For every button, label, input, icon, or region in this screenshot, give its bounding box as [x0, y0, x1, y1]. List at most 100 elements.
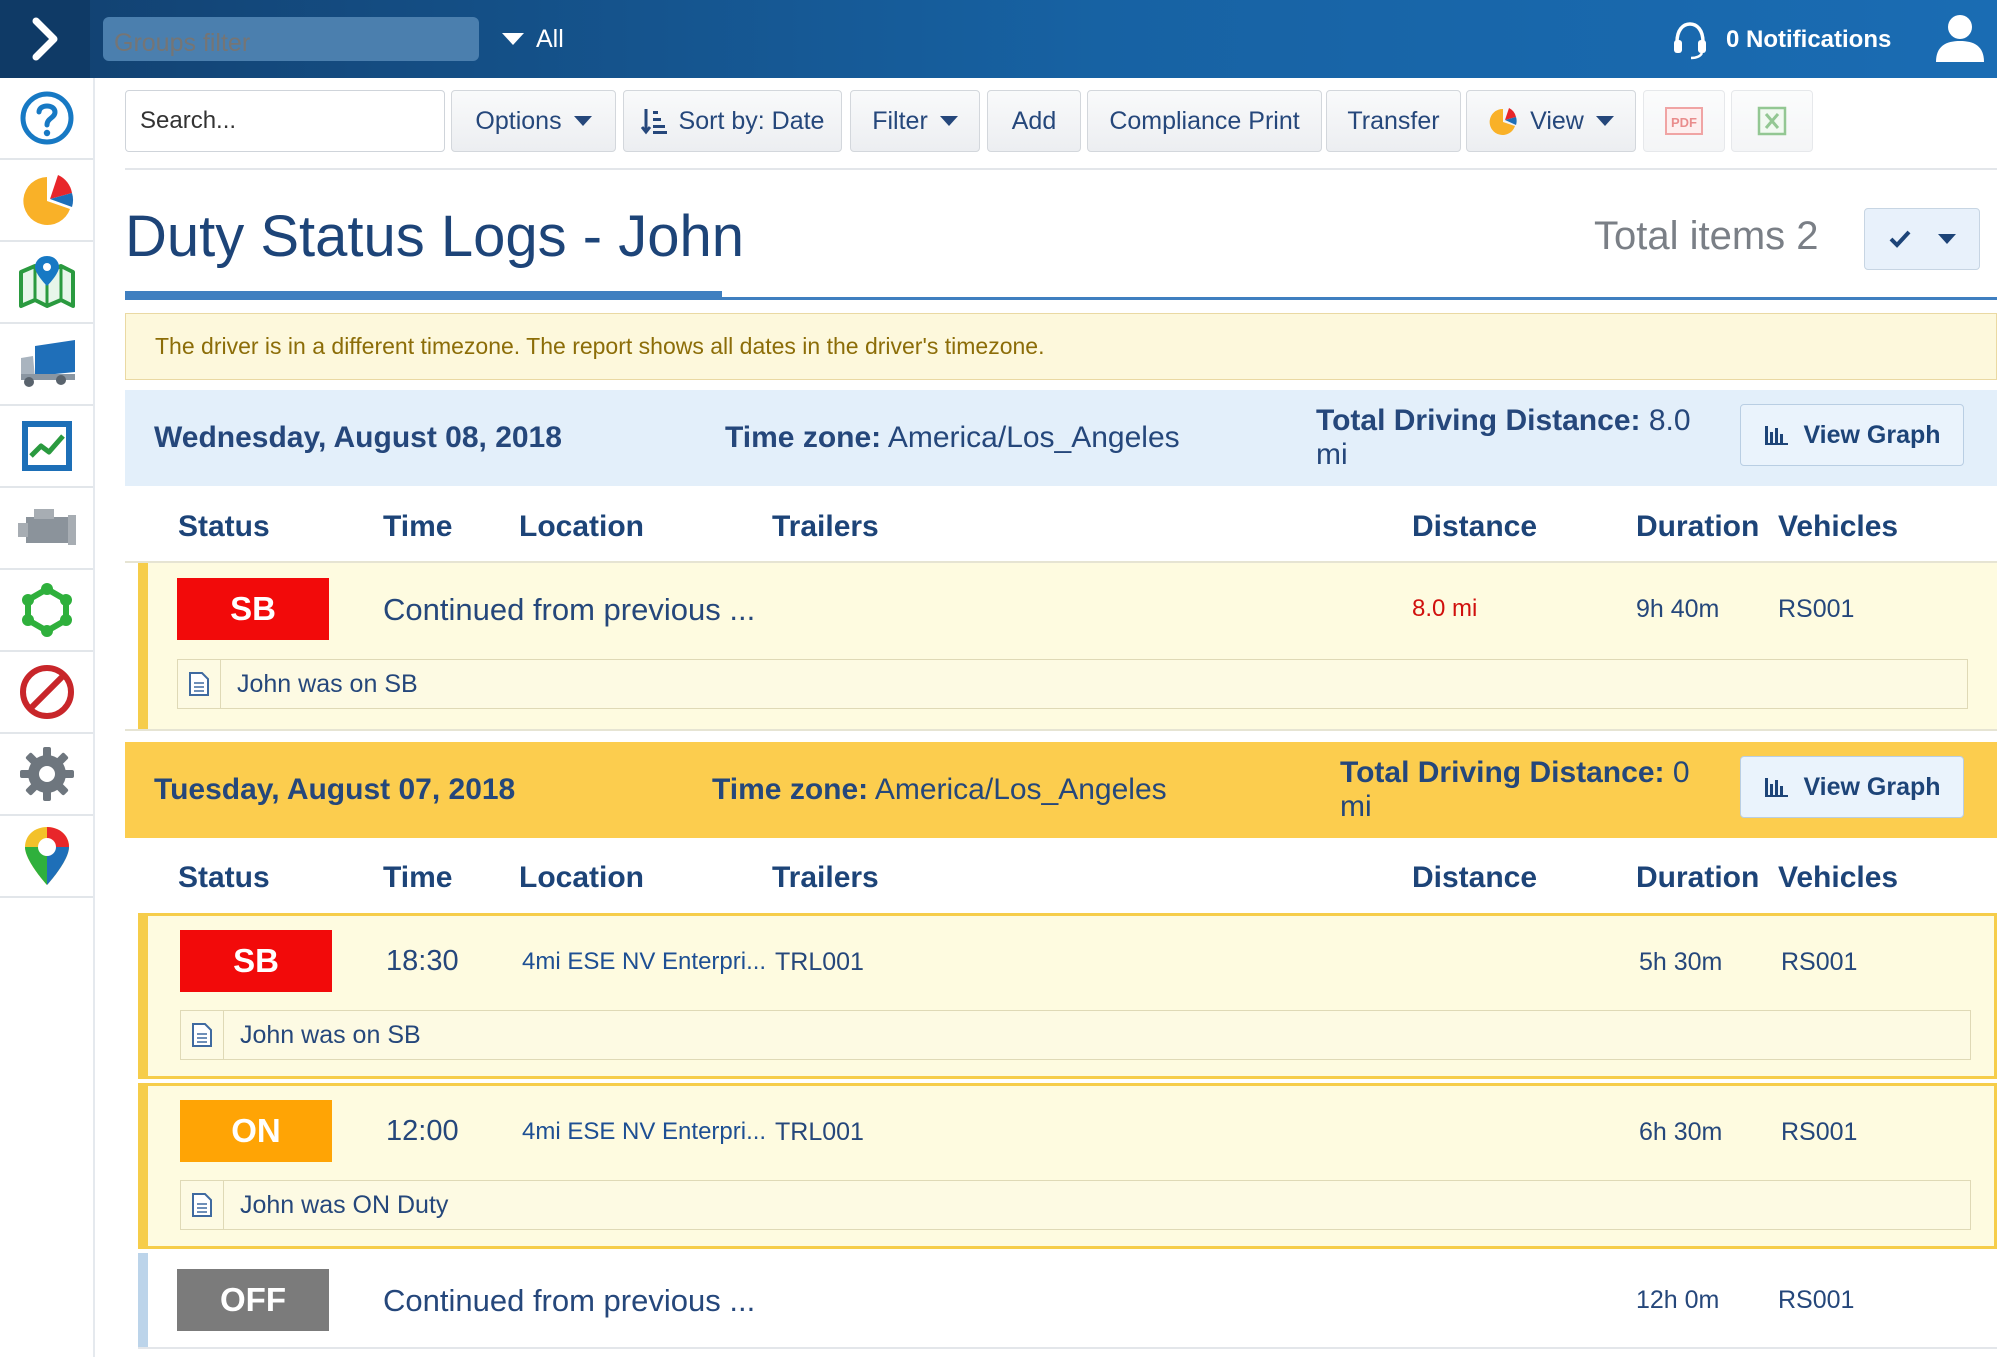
chevron-right-icon: [32, 17, 58, 61]
log-trailers: TRL001: [775, 1118, 864, 1146]
sidebar: [0, 78, 95, 1357]
filter-button[interactable]: Filter: [850, 90, 980, 152]
col-trailers[interactable]: Trailers: [772, 861, 879, 895]
log-note: John was on SB: [177, 659, 1968, 709]
sidebar-item-dashboard[interactable]: [0, 160, 93, 242]
filter-label: Filter: [872, 106, 928, 135]
view-graph-button[interactable]: View Graph: [1740, 756, 1964, 818]
log-note: John was on SB: [180, 1010, 1971, 1060]
groups-dropdown[interactable]: All: [502, 21, 564, 57]
col-status[interactable]: Status: [178, 510, 270, 544]
note-icon-cell: [178, 660, 221, 708]
col-location[interactable]: Location: [519, 510, 644, 544]
toolbar-divider: [125, 168, 1997, 170]
truck-icon: [20, 340, 75, 387]
view-button[interactable]: View: [1466, 90, 1636, 152]
sidebar-item-administration[interactable]: [0, 734, 93, 816]
col-time[interactable]: Time: [383, 510, 452, 544]
log-duration: 12h 0m: [1636, 1286, 1720, 1314]
options-label: Options: [475, 106, 562, 135]
headset-icon: [1674, 22, 1706, 60]
log-location-link[interactable]: 4mi ESE NV Enterpri...: [522, 1118, 766, 1146]
col-trailers[interactable]: Trailers: [772, 510, 879, 544]
select-all-menu-button[interactable]: [1864, 208, 1980, 270]
sort-button[interactable]: Sort by: Date: [623, 90, 842, 152]
log-trailers: TRL001: [775, 948, 864, 976]
search-input[interactable]: [125, 90, 445, 152]
log-duration: 9h 40m: [1636, 595, 1720, 623]
caret-down-icon: [939, 116, 958, 126]
status-badge: SB: [180, 930, 332, 992]
compliance-print-label: Compliance Print: [1109, 106, 1300, 135]
transfer-label: Transfer: [1347, 106, 1440, 135]
sidebar-item-zones[interactable]: [0, 570, 93, 652]
view-label: View: [1530, 106, 1584, 135]
note-text: John was on SB: [237, 669, 418, 698]
document-icon: [192, 1023, 212, 1047]
log-vehicle: RS001: [1778, 595, 1855, 623]
timezone-notice: The driver is in a different timezone. T…: [125, 313, 1997, 380]
notifications-button[interactable]: 0 Notifications: [1672, 12, 1891, 68]
log-row[interactable]: ON 12:00 4mi ESE NV Enterpri... TRL001 6…: [138, 1083, 1997, 1249]
col-distance[interactable]: Distance: [1412, 861, 1537, 895]
sidebar-item-activity[interactable]: [0, 406, 93, 488]
col-distance[interactable]: Distance: [1412, 510, 1537, 544]
sidebar-item-vehicles[interactable]: [0, 324, 93, 406]
sidebar-item-help[interactable]: [0, 78, 93, 160]
log-row[interactable]: SB 18:30 4mi ESE NV Enterpri... TRL001 5…: [138, 913, 1997, 1079]
top-bar: All 0 Notifications: [0, 0, 1997, 78]
log-vehicle: RS001: [1781, 1118, 1858, 1146]
col-status[interactable]: Status: [178, 861, 270, 895]
view-graph-label: View Graph: [1803, 420, 1941, 449]
day-timezone: Time zone: America/Los_Angeles: [712, 773, 1167, 806]
col-vehicles[interactable]: Vehicles: [1778, 510, 1898, 544]
day-timezone: Time zone: America/Los_Angeles: [725, 421, 1180, 454]
marketplace-icon: [24, 827, 69, 885]
rules-icon: [19, 665, 74, 719]
view-graph-button[interactable]: View Graph: [1740, 404, 1964, 466]
bar-chart-icon: [1765, 778, 1789, 797]
expand-sidebar-button[interactable]: [0, 0, 90, 78]
status-badge: OFF: [177, 1269, 329, 1331]
export-pdf-button[interactable]: PDF: [1643, 90, 1725, 152]
sidebar-item-map[interactable]: [0, 242, 93, 324]
notifications-label: 0 Notifications: [1726, 26, 1892, 53]
day-driving-distance: Total Driving Distance: 0 mi: [1340, 756, 1690, 823]
total-items-count: Total items 2: [1594, 214, 1819, 258]
log-row[interactable]: OFF Continued from previous ... 12h 0m R…: [138, 1253, 1997, 1348]
log-time: Continued from previous ...: [383, 592, 756, 627]
pie-chart-icon: [1489, 108, 1517, 135]
day-header: Wednesday, August 08, 2018 Time zone: Am…: [125, 390, 1997, 486]
groups-filter-input[interactable]: [103, 17, 479, 61]
add-button[interactable]: Add: [987, 90, 1081, 152]
options-button[interactable]: Options: [451, 90, 616, 152]
toolbar: Options Sort by: Date Filter Add Complia…: [125, 90, 1985, 152]
check-icon: [1889, 230, 1911, 248]
bar-chart-icon: [1765, 426, 1789, 445]
col-vehicles[interactable]: Vehicles: [1778, 861, 1898, 895]
sidebar-item-rules[interactable]: [0, 652, 93, 734]
compliance-print-button[interactable]: Compliance Print: [1087, 90, 1322, 152]
transfer-button[interactable]: Transfer: [1326, 90, 1461, 152]
day-date: Wednesday, August 08, 2018: [154, 421, 562, 454]
log-location-link[interactable]: 4mi ESE NV Enterpri...: [522, 948, 766, 976]
view-graph-label: View Graph: [1803, 772, 1941, 801]
row-indicator: [138, 916, 148, 1076]
export-excel-button[interactable]: [1731, 90, 1813, 152]
col-location[interactable]: Location: [519, 861, 644, 895]
col-time[interactable]: Time: [383, 861, 452, 895]
user-profile-icon[interactable]: [1934, 12, 1986, 64]
row-indicator: [138, 1086, 148, 1246]
log-row[interactable]: SB Continued from previous ... 8.0 mi 9h…: [138, 563, 1997, 729]
sidebar-item-engine[interactable]: [0, 488, 93, 570]
col-duration[interactable]: Duration: [1636, 510, 1759, 544]
log-note: John was ON Duty: [180, 1180, 1971, 1230]
col-duration[interactable]: Duration: [1636, 861, 1759, 895]
sidebar-item-marketplace[interactable]: [0, 816, 93, 898]
dashboard-pie-icon: [22, 175, 73, 225]
note-icon-cell: [181, 1181, 224, 1229]
help-icon: [20, 91, 73, 145]
zones-icon: [21, 583, 72, 637]
caret-down-icon: [502, 33, 524, 45]
log-duration: 6h 30m: [1639, 1118, 1723, 1146]
